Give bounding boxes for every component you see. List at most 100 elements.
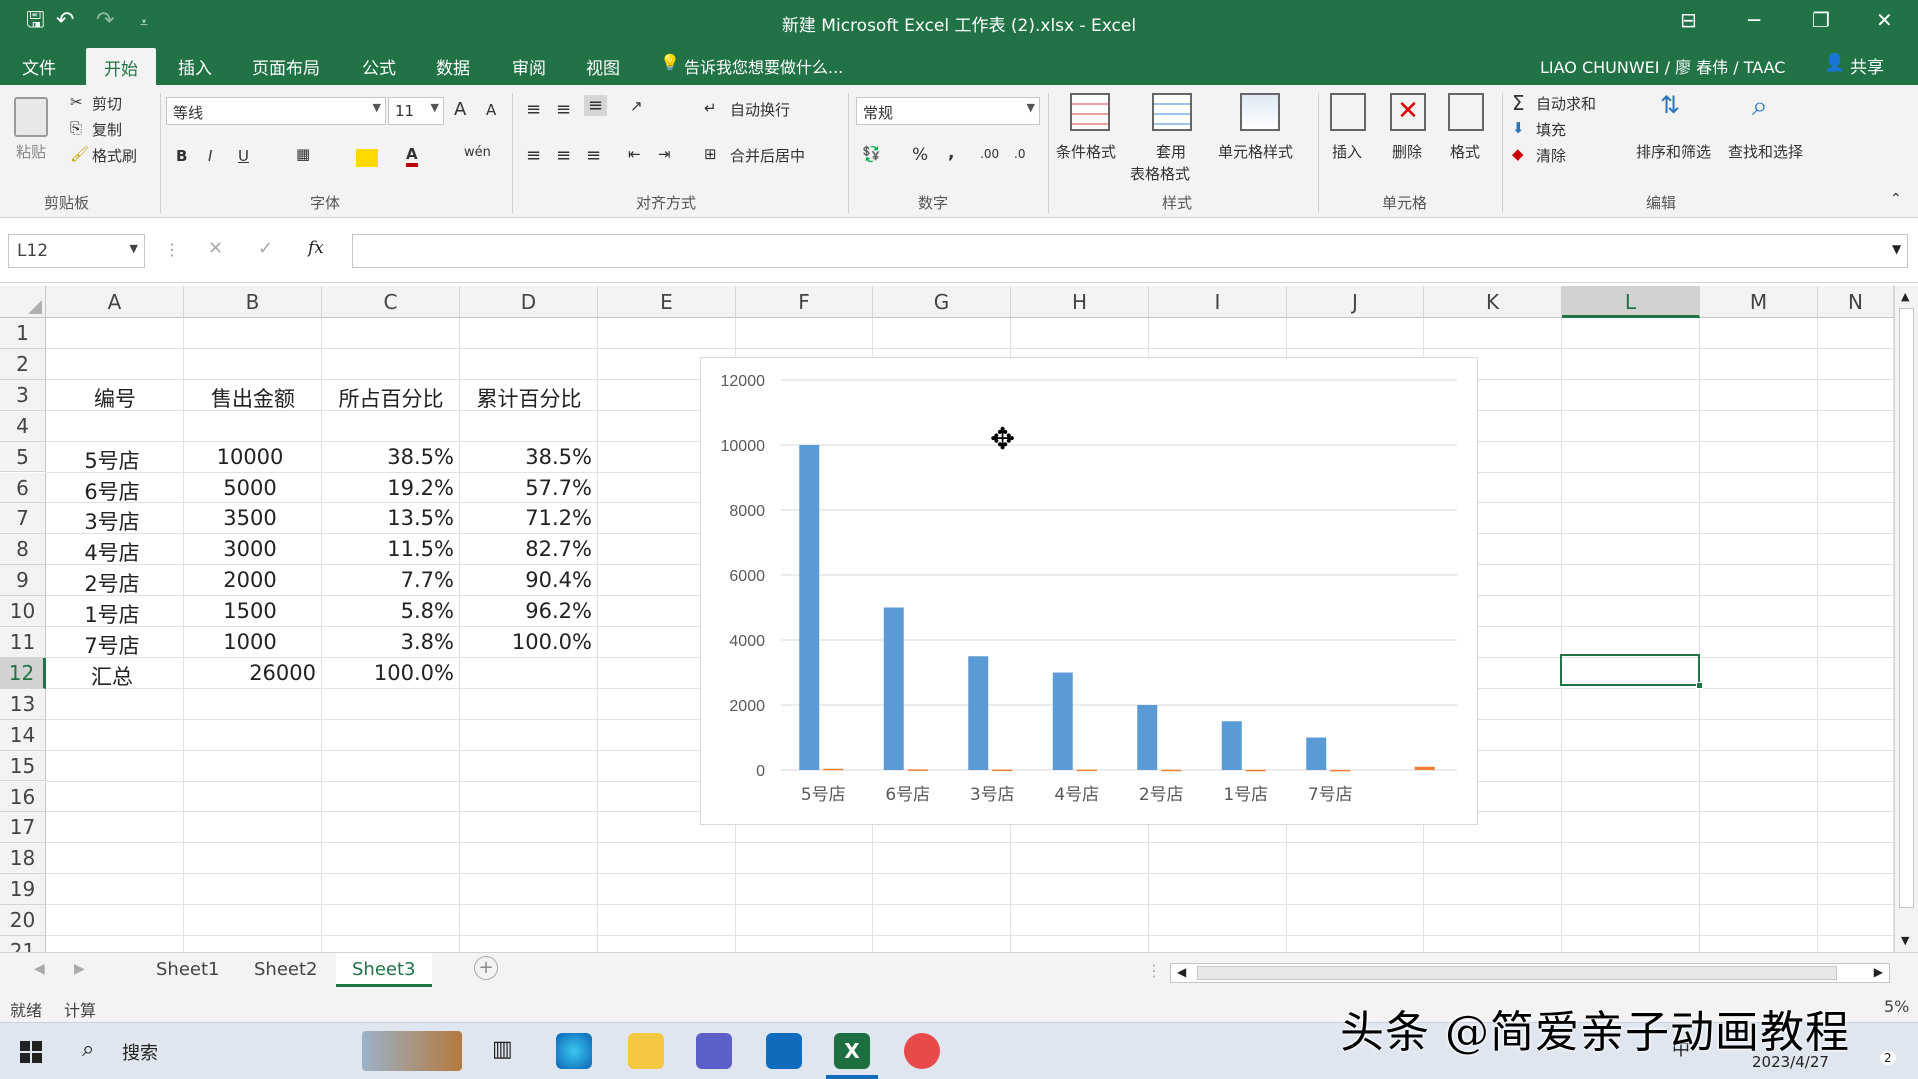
scroll-down-icon[interactable]: ▼ <box>1901 934 1909 947</box>
align-middle-icon[interactable]: ≡ <box>556 99 571 120</box>
chart-bar[interactable] <box>1330 769 1351 772</box>
cut-button[interactable]: 剪切 <box>92 93 122 114</box>
notification-badge[interactable]: 2 <box>1880 1051 1896 1065</box>
column-header-g[interactable]: G <box>873 286 1011 318</box>
taskbar-search-box[interactable]: 搜索 <box>122 1039 158 1065</box>
row-header-14[interactable]: 14 <box>0 719 46 751</box>
table-cell-share[interactable]: 11.5% <box>322 537 454 561</box>
restore-button[interactable]: ❐ <box>1812 8 1830 32</box>
sheet-tab-sheet2[interactable]: Sheet2 <box>238 953 334 987</box>
row-header-6[interactable]: 6 <box>0 472 46 504</box>
format-cells-icon[interactable] <box>1448 93 1484 131</box>
split-handle-icon[interactable]: ⋮ <box>1146 961 1162 980</box>
row-header-9[interactable]: 9 <box>0 565 46 597</box>
row-header-4[interactable]: 4 <box>0 410 46 442</box>
italic-button[interactable]: I <box>208 147 212 165</box>
fill-button[interactable]: 填充 <box>1536 119 1566 140</box>
header-sales[interactable]: 售出金额 <box>184 383 322 413</box>
chart[interactable]: 0 2000 4000 6000 8000 10000 12000 5号店 6号店 3号店 4号店 2… <box>700 357 1478 825</box>
row-header-7[interactable]: 7 <box>0 503 46 535</box>
table-cell-cumulative[interactable]: 100.0% <box>460 630 592 654</box>
teams-icon[interactable] <box>696 1033 732 1069</box>
sheet-tab-sheet3[interactable]: Sheet3 <box>336 953 432 987</box>
minimize-button[interactable]: ─ <box>1748 8 1760 32</box>
name-box[interactable]: L12 ▼ <box>8 234 145 268</box>
row-header-18[interactable]: 18 <box>0 843 46 875</box>
align-center-icon[interactable]: ≡ <box>556 145 571 166</box>
cancel-entry-button[interactable]: ✕ <box>208 238 223 259</box>
chart-bar[interactable] <box>1137 705 1158 770</box>
format-painter-button[interactable]: 格式刷 <box>92 145 137 166</box>
column-header-d[interactable]: D <box>460 286 598 318</box>
sort-filter-icon[interactable]: ⇅ <box>1660 91 1680 119</box>
vertical-scroll-thumb[interactable] <box>1899 308 1914 908</box>
table-cell-sales[interactable]: 1000 <box>184 630 316 654</box>
font-name-combo[interactable]: 等线 ▼ <box>166 97 386 125</box>
format-cells-button[interactable]: 格式 <box>1450 141 1480 162</box>
chart-bar[interactable] <box>1306 737 1327 771</box>
decrease-indent-icon[interactable]: ⇤ <box>628 145 641 163</box>
column-header-c[interactable]: C <box>322 286 460 318</box>
format-as-table-button[interactable]: 套用 <box>1156 141 1186 162</box>
row-header-3[interactable]: 3 <box>0 379 46 411</box>
align-bottom-icon[interactable]: ≡ <box>584 95 608 116</box>
formula-input[interactable] <box>352 234 1908 268</box>
column-header-i[interactable]: I <box>1149 286 1287 318</box>
table-cell-sales[interactable]: 3000 <box>184 537 316 561</box>
tell-me-box[interactable]: 告诉我您想要做什么... <box>684 54 843 78</box>
row-header-19[interactable]: 19 <box>0 874 46 906</box>
table-cell-sales[interactable]: 1500 <box>184 599 316 623</box>
scroll-up-icon[interactable]: ▲ <box>1901 290 1909 303</box>
number-format-combo[interactable]: 常规 ▼ <box>856 97 1040 125</box>
cell-styles-button[interactable]: 单元格样式 <box>1218 141 1293 162</box>
borders-icon[interactable]: ▦ <box>296 145 310 163</box>
table-cell-share[interactable]: 3.8% <box>322 630 454 654</box>
copy-button[interactable]: 复制 <box>92 119 122 140</box>
total-label[interactable]: 汇总 <box>46 661 178 691</box>
selected-cell-border[interactable] <box>1560 654 1703 689</box>
table-cell-share[interactable]: 5.8% <box>322 599 454 623</box>
vertical-scrollbar[interactable]: ▲ ▼ <box>1894 286 1918 952</box>
header-id[interactable]: 编号 <box>46 383 184 413</box>
add-sheet-icon[interactable]: + <box>474 956 498 980</box>
table-cell-id[interactable]: 2号店 <box>46 568 178 598</box>
scroll-left-icon[interactable]: ◀ <box>1177 965 1186 979</box>
row-header-20[interactable]: 20 <box>0 905 46 936</box>
user-account[interactable]: LIAO CHUNWEI / 廖 春伟 / TAAC <box>1540 54 1785 78</box>
row-header-15[interactable]: 15 <box>0 750 46 782</box>
header-cumulative[interactable]: 累计百分比 <box>460 383 598 413</box>
chart-bar[interactable] <box>1245 769 1266 772</box>
decrease-decimal-button[interactable]: .0 <box>1014 147 1025 161</box>
scroll-right-icon[interactable]: ▶ <box>1874 965 1883 979</box>
enter-entry-button[interactable]: ✓ <box>258 238 273 259</box>
chart-bar[interactable] <box>823 768 844 771</box>
percent-button[interactable]: % <box>912 145 928 165</box>
underline-button[interactable]: U <box>238 147 249 165</box>
search-icon[interactable]: ⌕ <box>82 1037 94 1062</box>
table-cell-cumulative[interactable]: 38.5% <box>460 445 592 469</box>
table-cell-cumulative[interactable]: 71.2% <box>460 506 592 530</box>
task-view-icon[interactable]: ▥ <box>492 1037 513 1062</box>
tab-view[interactable]: 视图 <box>586 54 620 79</box>
insert-cells-button[interactable]: 插入 <box>1332 141 1362 162</box>
windows-start-icon[interactable] <box>20 1041 42 1063</box>
sheet-tab-sheet1[interactable]: Sheet1 <box>140 953 236 987</box>
align-left-icon[interactable]: ≡ <box>526 145 541 166</box>
column-header-n[interactable]: N <box>1818 286 1894 318</box>
chart-bar[interactable] <box>907 769 928 771</box>
row-header-10[interactable]: 10 <box>0 596 46 627</box>
column-header-e[interactable]: E <box>598 286 736 318</box>
sort-filter-button[interactable]: 排序和筛选 <box>1636 141 1711 162</box>
table-cell-cumulative[interactable]: 90.4% <box>460 568 592 592</box>
table-cell-id[interactable]: 1号店 <box>46 599 178 629</box>
column-header-l[interactable]: L <box>1562 286 1700 318</box>
close-button[interactable]: ✕ <box>1876 8 1893 32</box>
column-header-f[interactable]: F <box>736 286 873 318</box>
status-calculate[interactable]: 计算 <box>64 997 96 1021</box>
table-cell-sales[interactable]: 10000 <box>184 445 316 469</box>
column-header-a[interactable]: A <box>46 286 184 318</box>
increase-indent-icon[interactable]: ⇥ <box>658 145 671 163</box>
align-right-icon[interactable]: ≡ <box>586 145 601 166</box>
delete-cells-button[interactable]: 删除 <box>1392 141 1422 162</box>
prev-sheet-icon[interactable]: ◀ <box>34 961 45 977</box>
